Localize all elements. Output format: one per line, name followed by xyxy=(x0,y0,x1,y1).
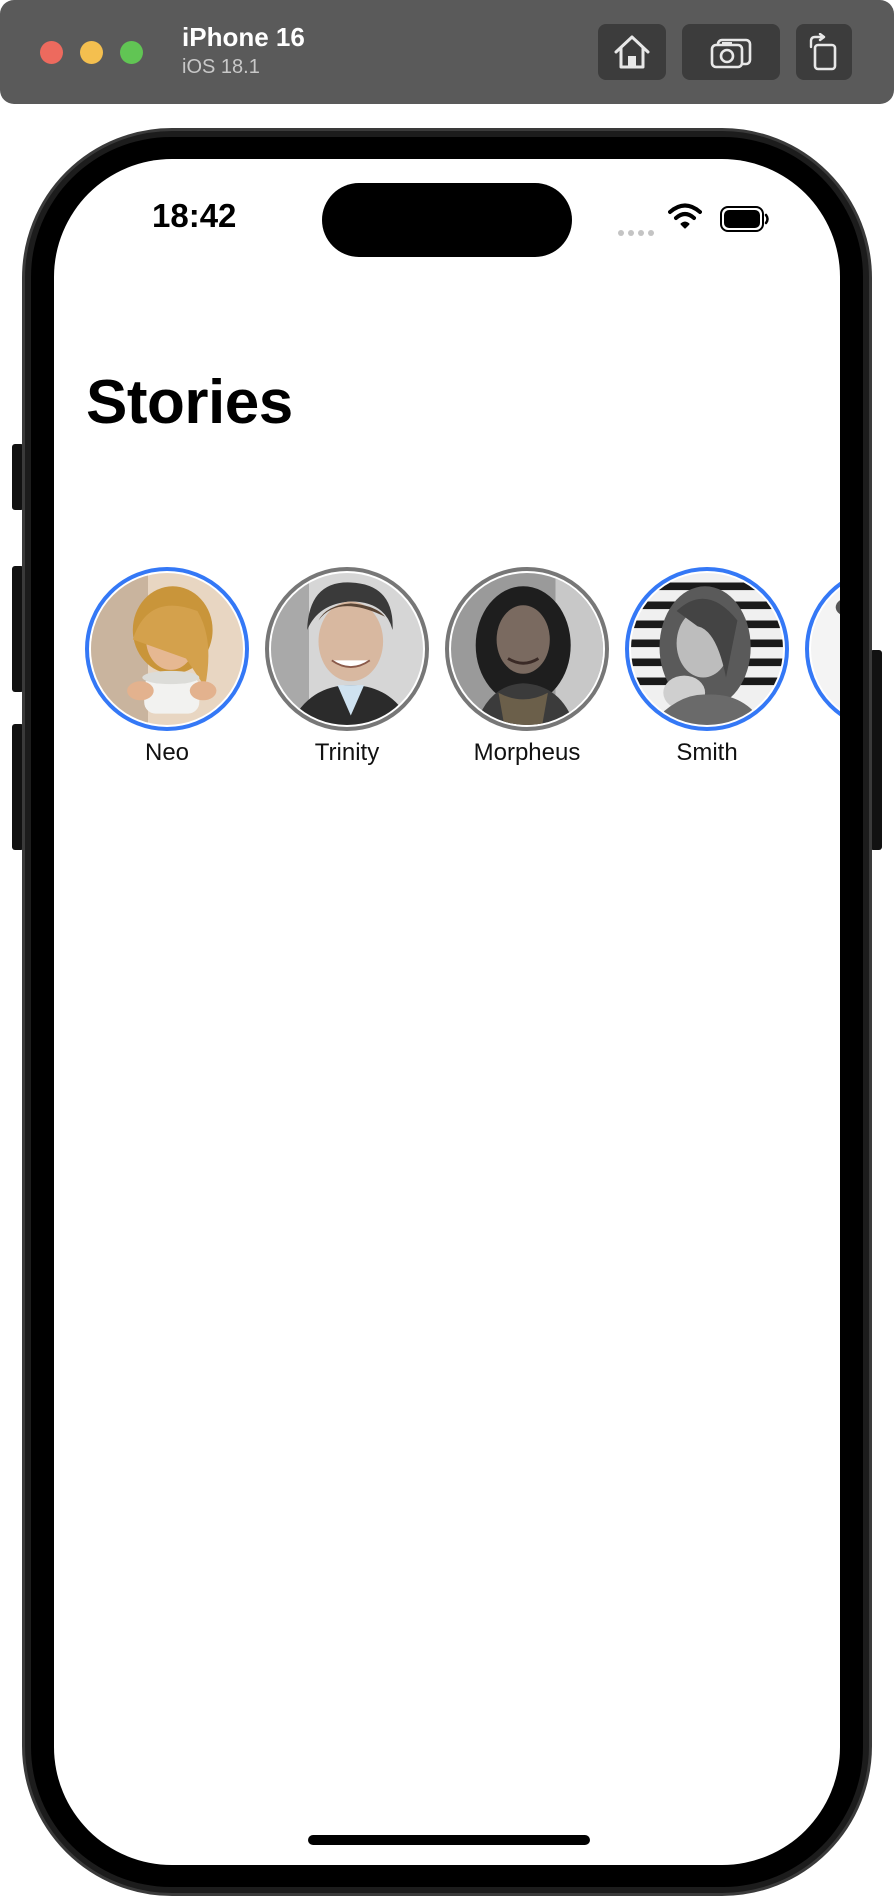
story-item-neo[interactable]: Neo xyxy=(82,567,252,767)
story-name: Trinity xyxy=(314,739,380,766)
phone-screen: 18:42 Stories Neo Trinity Morpheus Smith xyxy=(54,159,840,1865)
story-ring[interactable] xyxy=(805,567,840,731)
avatar xyxy=(631,573,783,725)
camera-icon xyxy=(710,38,752,69)
page-title: Stories xyxy=(86,368,293,437)
avatar xyxy=(91,573,243,725)
wifi-icon xyxy=(668,203,702,234)
rotate-button[interactable] xyxy=(796,24,852,80)
close-window-button[interactable] xyxy=(40,41,63,64)
story-name: Smith xyxy=(676,739,738,766)
avatar xyxy=(451,573,603,725)
minimize-window-button[interactable] xyxy=(80,41,103,64)
dynamic-island xyxy=(322,183,572,257)
story-item-trinity[interactable]: Trinity xyxy=(262,567,432,767)
zoom-window-button[interactable] xyxy=(120,41,143,64)
story-item-smith[interactable]: Smith xyxy=(622,567,792,767)
story-item-partial[interactable] xyxy=(802,567,840,739)
home-button[interactable] xyxy=(598,24,666,80)
story-ring[interactable] xyxy=(445,567,609,731)
story-ring[interactable] xyxy=(85,567,249,731)
simulator-title-bar: iPhone 16 iOS 18.1 xyxy=(0,0,894,104)
status-time: 18:42 xyxy=(152,197,237,234)
story-ring[interactable] xyxy=(625,567,789,731)
avatar xyxy=(271,573,423,725)
stories-carousel[interactable]: Neo Trinity Morpheus Smith xyxy=(54,567,840,766)
story-ring[interactable] xyxy=(265,567,429,731)
screenshot-button[interactable] xyxy=(682,24,780,80)
os-version: iOS 18.1 xyxy=(182,56,260,78)
home-icon xyxy=(614,35,650,69)
battery-icon xyxy=(720,206,770,237)
story-item-morpheus[interactable]: Morpheus xyxy=(442,567,612,767)
device-name: iPhone 16 xyxy=(182,22,305,52)
home-indicator[interactable] xyxy=(308,1835,590,1845)
rotate-icon xyxy=(809,33,837,71)
story-name: Neo xyxy=(144,739,190,766)
avatar xyxy=(811,573,840,725)
story-name: Morpheus xyxy=(473,739,581,766)
cellular-signal-icon xyxy=(618,223,658,241)
